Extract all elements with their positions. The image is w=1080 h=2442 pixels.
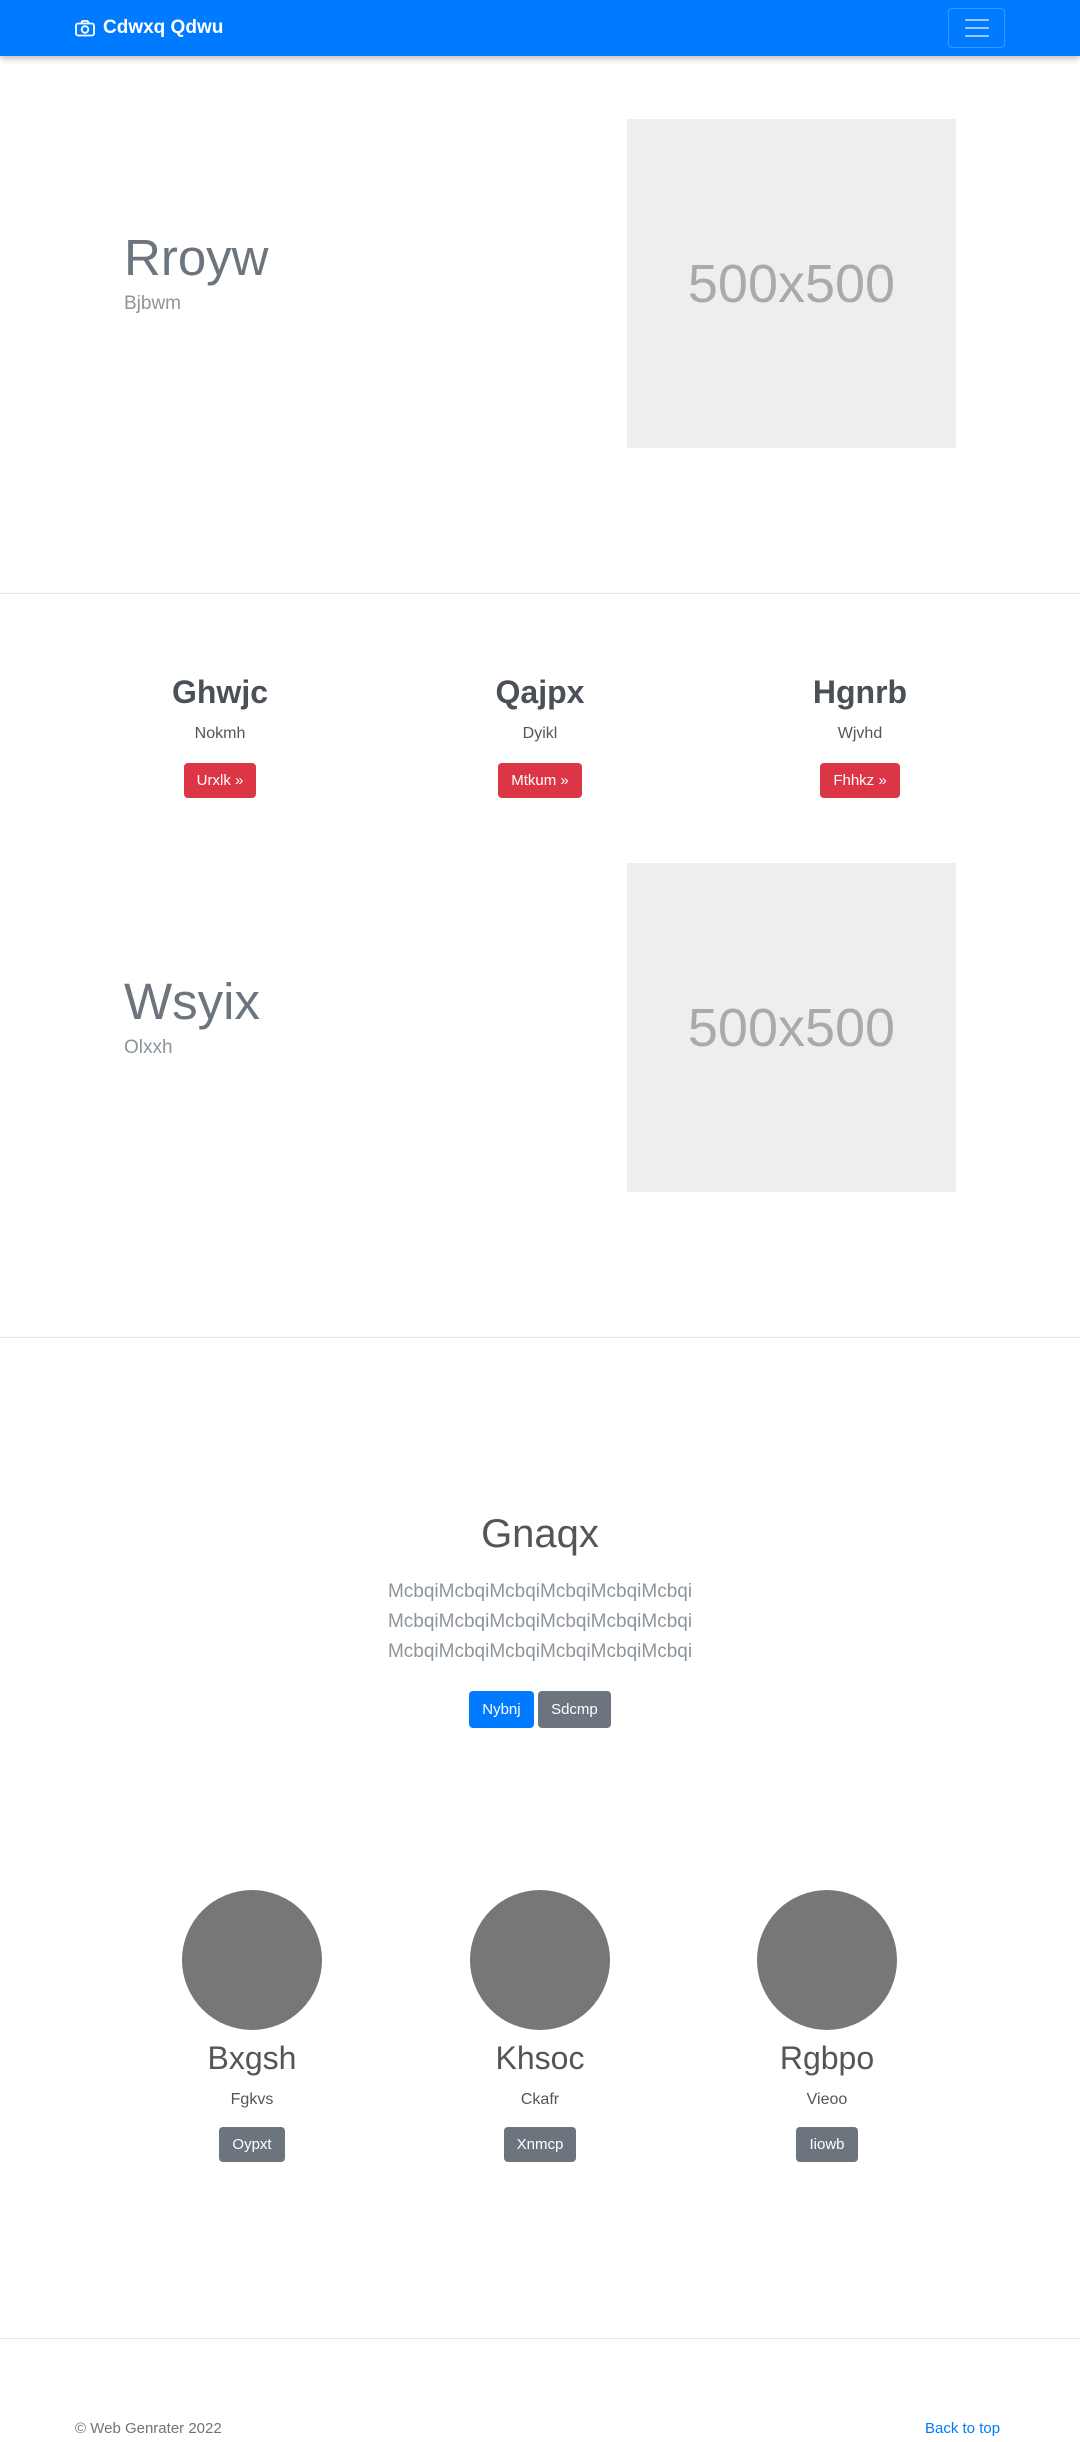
feature-card: Hgnrb Wjvhd Fhhkz » — [740, 674, 980, 798]
jumbotron-secondary-button[interactable]: Sdcmp — [538, 1691, 611, 1728]
back-to-top-link[interactable]: Back to top — [925, 2420, 1000, 2437]
hero-2-subtitle: Olxxh — [124, 1037, 173, 1058]
hero-2-title: Wsyix — [124, 973, 260, 1030]
hero-1-text: Rroyw Bjbwm — [124, 232, 269, 315]
feature-text: Wjvhd — [837, 725, 883, 742]
section-divider — [0, 1337, 1080, 1338]
section-divider — [0, 2338, 1080, 2339]
person-button[interactable]: Oypxt — [219, 2127, 285, 2162]
jumbotron: Gnaqx McbqiMcbqiMcbqiMcbqiMcbqiMcbqi Mcb… — [0, 1512, 1080, 1728]
feature-button[interactable]: Mtkum » — [498, 763, 582, 798]
navbar-toggle-button[interactable] — [948, 8, 1005, 48]
jumbotron-text: McbqiMcbqiMcbqiMcbqiMcbqiMcbqi McbqiMcbq… — [387, 1581, 693, 1662]
hero-1-title: Rroyw — [124, 229, 269, 286]
jumbotron-primary-button[interactable]: Nybnj — [469, 1691, 534, 1728]
hamburger-icon — [964, 19, 989, 21]
person-name: Bxgsh — [207, 2040, 297, 2076]
top-navbar: Cdwxq Qdwu — [0, 0, 1080, 56]
brand-link[interactable]: Cdwxq Qdwu — [75, 0, 223, 56]
feature-card: Qajpx Dyikl Mtkum » — [420, 674, 660, 798]
person-card: Rgbpo Vieoo Iiowb — [707, 1890, 947, 2162]
hero-2-image-placeholder: 500x500 — [627, 863, 956, 1192]
brand-name: Cdwxq Qdwu — [103, 17, 224, 38]
section-divider — [0, 593, 1080, 594]
hero-1-subtitle: Bjbwm — [124, 293, 182, 314]
feature-button[interactable]: Fhhkz » — [820, 763, 900, 798]
feature-card: Ghwjc Nokmh Urxlk » — [100, 674, 340, 798]
person-role: Vieoo — [806, 2091, 848, 2108]
footer-copyright: © Web Genrater 2022 — [75, 2420, 222, 2437]
feature-text: Nokmh — [194, 725, 246, 742]
feature-title: Ghwjc — [171, 674, 268, 710]
person-role: Ckafr — [520, 2091, 560, 2108]
person-name: Rgbpo — [779, 2040, 875, 2076]
person-role: Fgkvs — [230, 2091, 274, 2108]
person-button[interactable]: Iiowb — [796, 2127, 858, 2162]
person-name: Khsoc — [495, 2040, 585, 2076]
person-card: Khsoc Ckafr Xnmcp — [420, 1890, 660, 2162]
feature-text: Dyikl — [522, 725, 558, 742]
avatar — [757, 1890, 897, 2030]
feature-title: Qajpx — [495, 674, 585, 710]
hero-2-text: Wsyix Olxxh — [124, 976, 260, 1059]
hero-1-image-placeholder: 500x500 — [627, 119, 956, 448]
camera-icon — [75, 19, 95, 36]
jumbotron-title: Gnaqx — [481, 1512, 599, 1556]
person-card: Bxgsh Fgkvs Oypxt — [132, 1890, 372, 2162]
avatar — [182, 1890, 322, 2030]
avatar — [470, 1890, 610, 2030]
feature-title: Hgnrb — [812, 674, 908, 710]
person-button[interactable]: Xnmcp — [503, 2127, 577, 2162]
feature-button[interactable]: Urxlk » — [183, 763, 257, 798]
